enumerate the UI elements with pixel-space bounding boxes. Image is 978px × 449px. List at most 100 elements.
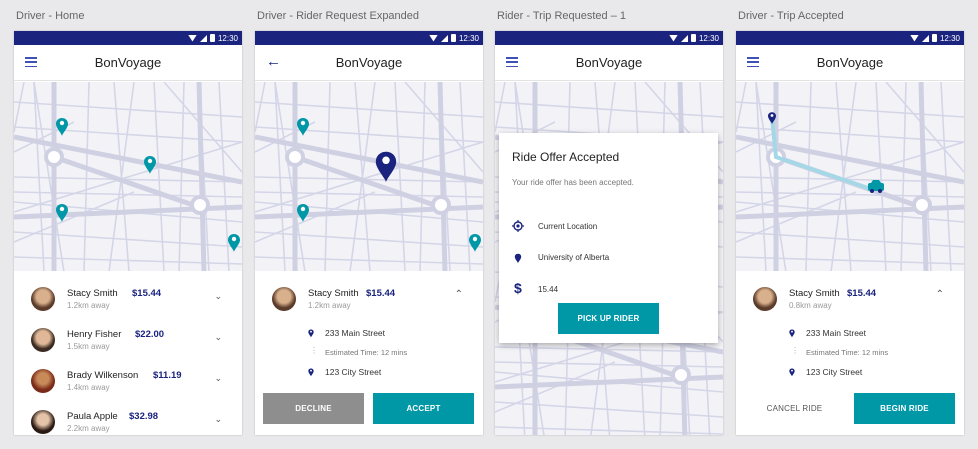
battery-icon [209, 34, 215, 42]
rider-name: Henry Fisher [67, 329, 122, 340]
ride-accepted-dialog: Ride Offer Accepted Your ride offer has … [499, 133, 718, 343]
wifi-icon [428, 34, 438, 42]
list-item[interactable]: Henry Fisher 1.5km away $22.00 ⌄ [14, 320, 242, 361]
location-pin-icon [789, 368, 795, 377]
rider-name: Stacy Smith [789, 288, 840, 299]
rider-distance: 1.5km away [67, 342, 110, 351]
wifi-icon [668, 34, 678, 42]
artboard-title-driver-home: Driver - Home [16, 10, 85, 22]
chevron-up-icon[interactable]: ⌃ [936, 289, 944, 300]
app-bar: BonVoyage [14, 45, 242, 81]
app-bar: BonVoyage [495, 45, 723, 81]
rider-list: Stacy Smith 1.2km away $15.44 ⌄ Henry Fi… [14, 279, 242, 435]
location-pin-icon [308, 329, 314, 338]
rider-price: $11.19 [153, 370, 182, 381]
avatar [31, 287, 55, 311]
location-pin-icon [308, 368, 314, 377]
estimated-time: Estimated Time: 12 mins [325, 348, 408, 357]
avatar [272, 287, 296, 311]
status-bar: 12:30 [255, 31, 483, 45]
rider-name: Stacy Smith [67, 288, 118, 299]
status-time: 12:30 [217, 33, 238, 43]
phone-trip-accepted: 12:30 BonVoyage Stacy Smith 0.8km away $… [736, 31, 964, 435]
trip-card: Stacy Smith 0.8km away $15.44 ⌃ 233 Main… [736, 279, 964, 391]
pick-up-rider-button[interactable]: PICK UP RIDER [558, 303, 659, 334]
pickup-address: 233 Main Street [325, 328, 386, 338]
status-bar: 12:30 [495, 31, 723, 45]
dots-icon: ⋮ [310, 346, 318, 355]
accept-button[interactable]: ACCEPT [373, 393, 474, 424]
rider-price: $22.00 [135, 329, 165, 340]
list-item[interactable]: Paula Apple 2.2km away $32.98 ⌄ [14, 402, 242, 435]
menu-icon[interactable] [25, 57, 37, 67]
status-time: 12:30 [939, 33, 960, 43]
chevron-down-icon[interactable]: ⌄ [214, 332, 222, 343]
destination-label: University of Alberta [538, 253, 610, 262]
chevron-down-icon[interactable]: ⌄ [214, 414, 222, 425]
rider-name: Stacy Smith [308, 288, 359, 299]
estimated-time: Estimated Time: 12 mins [806, 348, 889, 357]
phone-rider-request-expanded: 12:30 ← BonVoyage Stacy Smith 1.2km away… [255, 31, 483, 435]
menu-icon[interactable] [506, 57, 518, 67]
battery-icon [690, 34, 696, 42]
current-location-label: Current Location [538, 222, 598, 231]
battery-icon [931, 34, 937, 42]
status-bar: 12:30 [14, 31, 242, 45]
wifi-icon [187, 34, 197, 42]
status-time: 12:30 [698, 33, 719, 43]
dropoff-address: 123 City Street [325, 367, 382, 377]
fare-amount: 15.44 [538, 285, 559, 294]
signal-icon [199, 34, 207, 42]
dots-icon: ⋮ [791, 346, 799, 355]
artboard-title-rider-request: Driver - Rider Request Expanded [257, 10, 420, 22]
phone-driver-home: 12:30 BonVoyage Stacy Smith 1.2km away $… [14, 31, 242, 435]
rider-distance: 0.8km away [789, 301, 832, 310]
rider-distance: 2.2km away [67, 424, 110, 433]
app-bar: ← BonVoyage [255, 45, 483, 81]
app-title: BonVoyage [816, 55, 884, 70]
app-title: BonVoyage [335, 55, 403, 70]
cancel-ride-button[interactable]: CANCEL RIDE [744, 393, 845, 424]
map[interactable] [14, 82, 242, 271]
menu-icon[interactable] [747, 57, 759, 67]
list-item[interactable]: Stacy Smith 1.2km away $15.44 ⌄ [14, 279, 242, 320]
wifi-icon [909, 34, 919, 42]
map[interactable] [736, 82, 964, 271]
crosshair-icon [512, 220, 524, 232]
battery-icon [450, 34, 456, 42]
artboard-title-trip-accepted: Driver - Trip Accepted [738, 10, 844, 22]
signal-icon [440, 34, 448, 42]
status-time: 12:30 [458, 33, 479, 43]
map[interactable] [255, 82, 483, 271]
chevron-down-icon[interactable]: ⌄ [214, 291, 222, 302]
dropoff-address: 123 City Street [806, 367, 863, 377]
list-item[interactable]: Brady Wilkenson 1.4km away $11.19 ⌄ [14, 361, 242, 402]
rider-distance: 1.2km away [308, 301, 351, 310]
rider-distance: 1.2km away [67, 301, 110, 310]
app-title: BonVoyage [94, 55, 162, 70]
chevron-up-icon[interactable]: ⌃ [455, 289, 463, 300]
dialog-title: Ride Offer Accepted [512, 150, 620, 164]
artboard-title-trip-requested: Rider - Trip Requested – 1 [497, 10, 627, 22]
dialog-message: Your ride offer has been accepted. [512, 178, 634, 187]
pickup-address: 233 Main Street [806, 328, 867, 338]
back-arrow-icon[interactable]: ← [266, 54, 281, 69]
phone-trip-requested: 12:30 BonVoyage Ride Offer Accepted Your… [495, 31, 723, 435]
rider-distance: 1.4km away [67, 383, 110, 392]
avatar [31, 369, 55, 393]
location-pin-icon [789, 329, 795, 338]
rider-price: $15.44 [366, 288, 396, 299]
rider-price: $15.44 [847, 288, 877, 299]
rider-price: $15.44 [132, 288, 162, 299]
request-card: Stacy Smith 1.2km away $15.44 ⌃ 233 Main… [255, 279, 483, 391]
rider-name: Brady Wilkenson [67, 370, 139, 381]
rider-name: Paula Apple [67, 411, 118, 422]
avatar [31, 410, 55, 434]
rider-price: $32.98 [129, 411, 159, 422]
begin-ride-button[interactable]: BEGIN RIDE [854, 393, 955, 424]
status-bar: 12:30 [736, 31, 964, 45]
decline-button[interactable]: DECLINE [263, 393, 364, 424]
avatar [31, 328, 55, 352]
app-title: BonVoyage [575, 55, 643, 70]
chevron-down-icon[interactable]: ⌄ [214, 373, 222, 384]
